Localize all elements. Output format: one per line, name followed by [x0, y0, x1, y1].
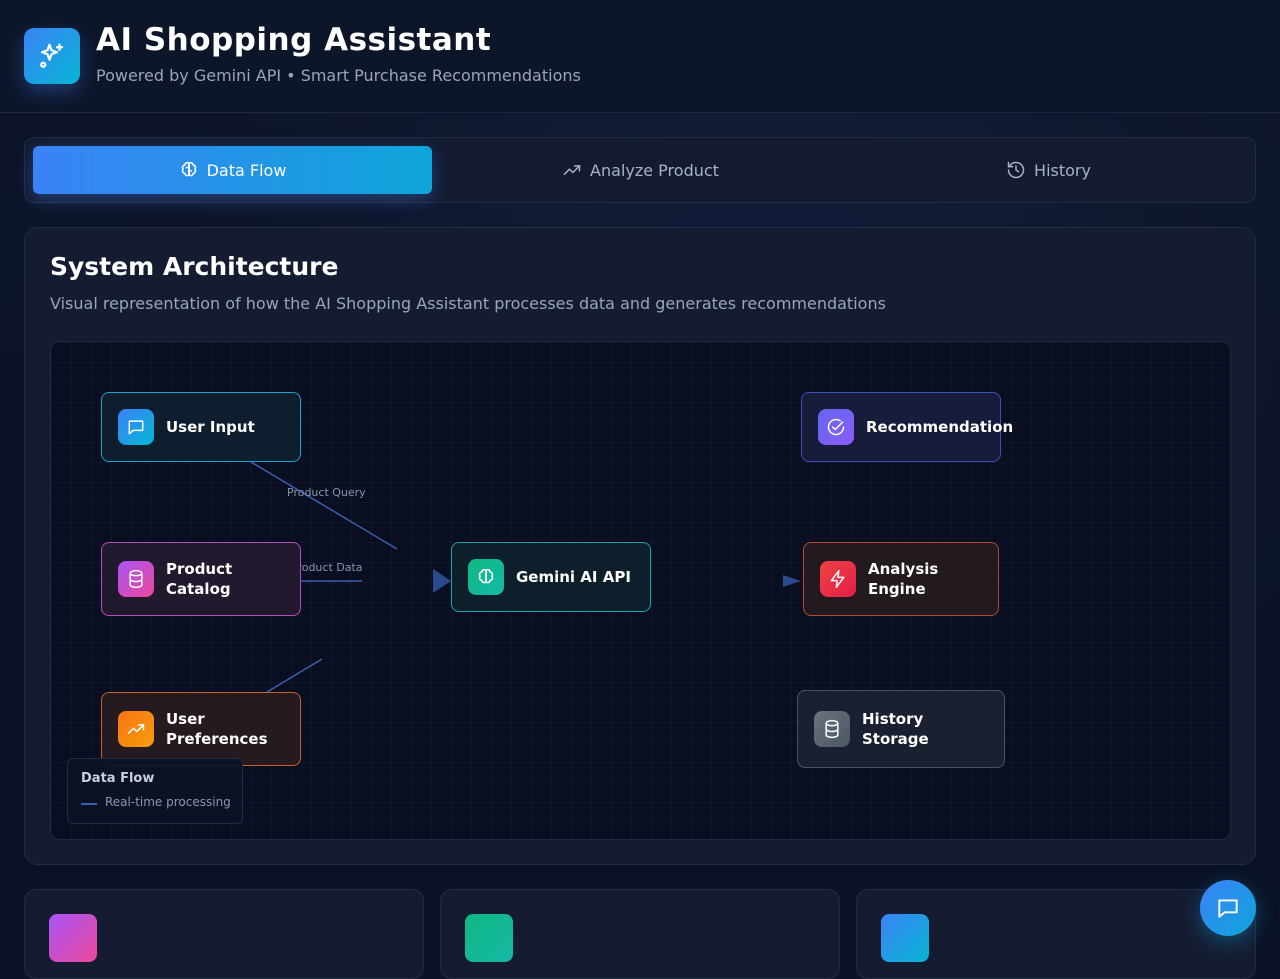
- node-analysis-engine[interactable]: Analysis Engine: [803, 542, 999, 616]
- feature-card: [24, 889, 424, 979]
- app-title: AI Shopping Assistant: [96, 22, 492, 58]
- message-square-icon: [118, 409, 154, 445]
- database-icon: [118, 561, 154, 597]
- arrowhead-analysis: [783, 575, 801, 587]
- node-label: User Input: [166, 418, 255, 436]
- tab-label: History: [1034, 160, 1091, 180]
- edge-label-product-query: Product Query: [287, 486, 366, 499]
- architecture-diagram: Product Query Product Data User Input Pr…: [50, 341, 1231, 840]
- feature-icon: [465, 914, 513, 962]
- tab-label: Data Flow: [206, 160, 287, 180]
- node-recommendation[interactable]: Recommendation: [801, 392, 1013, 462]
- node-user-input[interactable]: User Input: [101, 392, 301, 462]
- tab-data-flow[interactable]: Data Flow: [33, 146, 432, 194]
- message-square-icon: [1218, 899, 1238, 918]
- node-label: User Preferences: [166, 710, 268, 748]
- check-circle-icon: [818, 409, 854, 445]
- section-subtitle: Visual representation of how the AI Shop…: [50, 294, 886, 313]
- node-gemini-api[interactable]: Gemini AI API: [451, 542, 651, 612]
- tab-bar: Data Flow Analyze Product History: [24, 137, 1256, 203]
- architecture-card: System Architecture Visual representatio…: [24, 227, 1256, 865]
- brain-icon: [181, 161, 196, 177]
- trending-up-icon: [563, 165, 581, 175]
- feature-icon: [49, 914, 97, 962]
- node-label: Analysis Engine: [868, 560, 939, 598]
- legend-line-swatch: [81, 803, 97, 805]
- sparkles-icon: [24, 28, 80, 84]
- feature-card: [440, 889, 840, 979]
- node-label: Recommendation: [866, 418, 1014, 436]
- app-header: AI Shopping Assistant Powered by Gemini …: [0, 0, 1280, 113]
- brain-icon: [468, 559, 504, 595]
- diagram-legend: Data Flow Real-time processing: [67, 758, 243, 824]
- node-user-preferences[interactable]: User Preferences: [101, 692, 301, 766]
- edge-label-product-data: Product Data: [291, 561, 363, 574]
- edge-preferences-to-api: [266, 658, 323, 693]
- tab-history[interactable]: History: [849, 146, 1248, 194]
- zap-icon: [820, 561, 856, 597]
- database-icon: [814, 711, 850, 747]
- feature-card: [856, 889, 1256, 979]
- edge-user-input-to-api: [250, 461, 398, 550]
- node-label: Gemini AI API: [516, 568, 631, 586]
- tab-analyze-product[interactable]: Analyze Product: [441, 146, 840, 194]
- node-label: History Storage: [862, 710, 929, 748]
- history-icon: [1007, 161, 1025, 179]
- trending-up-icon: [118, 711, 154, 747]
- legend-title: Data Flow: [81, 771, 155, 786]
- node-label: Product Catalog: [166, 560, 233, 598]
- app-subtitle: Powered by Gemini API • Smart Purchase R…: [96, 66, 581, 85]
- chat-button[interactable]: [1200, 880, 1256, 936]
- feature-icon: [881, 914, 929, 962]
- tab-label: Analyze Product: [590, 160, 719, 180]
- legend-item: Real-time processing: [105, 795, 231, 809]
- arrowhead-api-input: [433, 569, 451, 593]
- node-history-storage[interactable]: History Storage: [797, 690, 1005, 768]
- section-title: System Architecture: [50, 252, 339, 281]
- node-product-catalog[interactable]: Product Catalog: [101, 542, 301, 616]
